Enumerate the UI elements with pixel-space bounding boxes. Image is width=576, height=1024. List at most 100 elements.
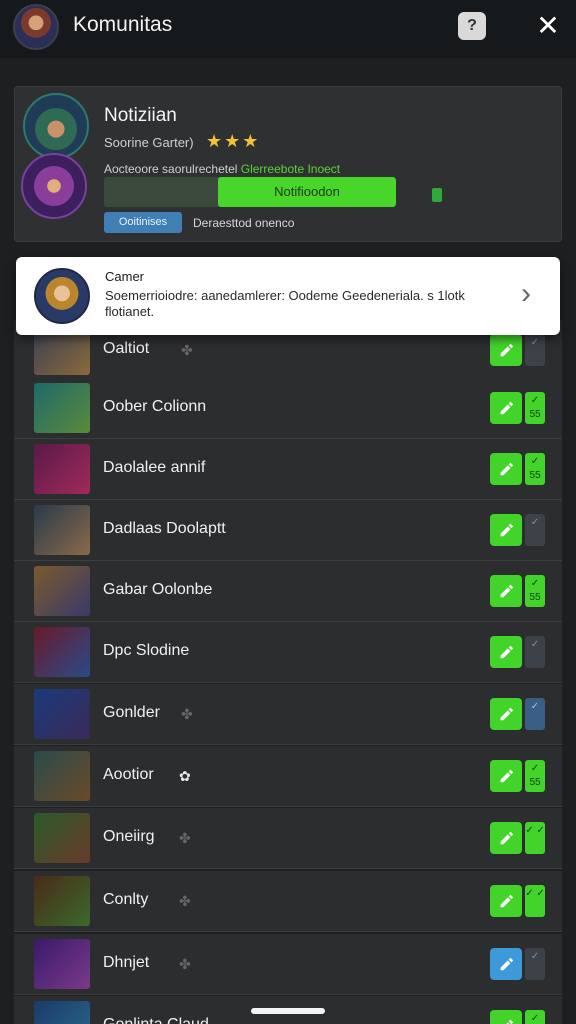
list-item[interactable]: Dhnjet ✤ ✓ [14, 934, 562, 995]
help-icon[interactable]: ? [458, 12, 486, 40]
gear-icon: ✤ [181, 342, 193, 358]
list-item[interactable]: Oober Colionn ✓ 55 [14, 378, 562, 439]
status-toggle[interactable]: ✓ [525, 334, 545, 366]
gear-icon: ✿ [179, 768, 191, 784]
game-thumbnail [34, 751, 90, 801]
list-item-label: Oober Colionn [103, 398, 207, 415]
list-item-label: Gonlinta Claud [103, 1016, 209, 1024]
edit-button[interactable] [490, 948, 522, 980]
list-item-label: Oneiirg [103, 828, 155, 845]
list-item[interactable]: Daolalee annif ✓ 55 [14, 439, 562, 500]
list-item-label: Gabar Oolonbe [103, 581, 213, 598]
status-toggle[interactable]: ✓ [525, 698, 545, 730]
list-item[interactable]: Gonlder ✤ ✓ [14, 684, 562, 745]
notification-title: Notiziian [104, 105, 177, 126]
pencil-icon [500, 584, 514, 598]
game-thumbnail [34, 939, 90, 989]
game-thumbnail [34, 444, 90, 494]
notification-button[interactable]: Notifioodon [218, 177, 396, 207]
popup-title: Camer [105, 269, 145, 284]
notification-popup[interactable]: Camer Soemerrioiodre: aanedamlerer: Oode… [16, 257, 560, 335]
list-item-label: Daolalee annif [103, 459, 206, 476]
status-toggle[interactable]: ✓ [525, 1010, 545, 1024]
chevron-right-icon[interactable]: › [521, 279, 531, 309]
status-badge [432, 188, 442, 202]
popup-avatar [34, 268, 90, 324]
edit-button[interactable] [490, 334, 522, 366]
game-thumbnail [34, 627, 90, 677]
list-item-label: Conlty [103, 891, 149, 908]
edit-button[interactable] [490, 885, 522, 917]
list-item-label: Dadlaas Doolaptt [103, 520, 226, 537]
pencil-icon [500, 462, 514, 476]
status-toggle[interactable]: ✓ ✓ [525, 822, 545, 854]
tag-chip[interactable]: Ooitinises [104, 212, 182, 233]
game-thumbnail [34, 876, 90, 926]
page-title: Komunitas [73, 13, 173, 36]
pencil-icon [500, 523, 514, 537]
rating-stars: ★★★ [206, 131, 261, 151]
hero-avatar-primary [23, 93, 89, 159]
edit-button[interactable] [490, 453, 522, 485]
list-item[interactable]: Gabar Oolonbe ✓ 55 [14, 561, 562, 622]
list-item[interactable]: Oneiirg ✤ ✓ ✓ [14, 808, 562, 869]
notification-card[interactable]: Notiziian Soorine Garter) ★★★ Aocteoore … [14, 86, 562, 242]
gear-icon: ✤ [179, 830, 191, 846]
tag-description: Deraesttod onenco [193, 216, 295, 230]
gear-icon: ✤ [179, 956, 191, 972]
pencil-icon [500, 343, 514, 357]
notification-line-text: Aocteoore saorulrechetel [104, 162, 241, 176]
pencil-icon [500, 831, 514, 845]
popup-message: Soemerrioiodre: aanedamlerer: Oodeme Gee… [105, 288, 465, 319]
edit-button[interactable] [490, 1010, 522, 1024]
edit-button[interactable] [490, 822, 522, 854]
pencil-icon [500, 894, 514, 908]
edit-button[interactable] [490, 636, 522, 668]
game-thumbnail [34, 505, 90, 555]
game-thumbnail [34, 383, 90, 433]
edit-button[interactable] [490, 698, 522, 730]
status-toggle[interactable]: ✓ 55 [525, 575, 545, 607]
status-toggle[interactable]: ✓ 55 [525, 760, 545, 792]
notification-subtitle: Soorine Garter) [104, 135, 194, 150]
pencil-icon [500, 645, 514, 659]
game-thumbnail [34, 813, 90, 863]
profile-avatar[interactable] [13, 4, 59, 50]
game-thumbnail [34, 1001, 90, 1024]
pencil-icon [500, 707, 514, 721]
hero-avatar-secondary [21, 153, 87, 219]
pencil-icon [506, 1019, 514, 1024]
list-item[interactable]: Dpc Slodine ✓ [14, 622, 562, 683]
edit-button[interactable] [490, 392, 522, 424]
list-item-label: Dhnjet [103, 954, 150, 971]
pencil-icon [500, 957, 514, 971]
notification-line: Aocteoore saorulrechetel Glerreebote Ino… [104, 162, 340, 176]
status-toggle[interactable]: ✓ [525, 948, 545, 980]
edit-button[interactable] [490, 760, 522, 792]
pencil-icon [500, 769, 514, 783]
status-toggle[interactable]: ✓ [525, 514, 545, 546]
help-glyph: ? [467, 17, 477, 34]
list-item-label: Aootior [103, 766, 154, 783]
status-toggle[interactable]: ✓ 55 [525, 453, 545, 485]
home-indicator[interactable] [251, 1008, 325, 1014]
gear-icon: ✤ [179, 893, 191, 909]
status-toggle[interactable]: ✓ [525, 636, 545, 668]
notification-line-highlight: Glerreebote Inoect [240, 162, 341, 176]
progress-bar: Notifioodon [104, 177, 396, 207]
status-toggle[interactable]: ✓ 55 [525, 392, 545, 424]
top-bar: Komunitas ? ✕ [0, 0, 576, 58]
game-thumbnail [34, 689, 90, 739]
edit-button[interactable] [490, 575, 522, 607]
list-item-label: Gonlder [103, 704, 160, 721]
game-thumbnail [34, 566, 90, 616]
list-item[interactable]: Conlty ✤ ✓ ✓ [14, 871, 562, 932]
list-item[interactable]: Aootior ✿ ✓ 55 [14, 746, 562, 807]
close-icon[interactable]: ✕ [535, 10, 561, 42]
list-item[interactable]: Dadlaas Doolaptt ✓ [14, 500, 562, 561]
edit-button[interactable] [490, 514, 522, 546]
list-item-label: Oaltiot [103, 340, 150, 357]
community-list: Oaltiot ✤ ✓ Oober Colionn ✓ 55 Daolalee annif… [14, 320, 562, 1024]
list-item-label: Dpc Slodine [103, 642, 190, 659]
status-toggle[interactable]: ✓ ✓ [525, 885, 545, 917]
